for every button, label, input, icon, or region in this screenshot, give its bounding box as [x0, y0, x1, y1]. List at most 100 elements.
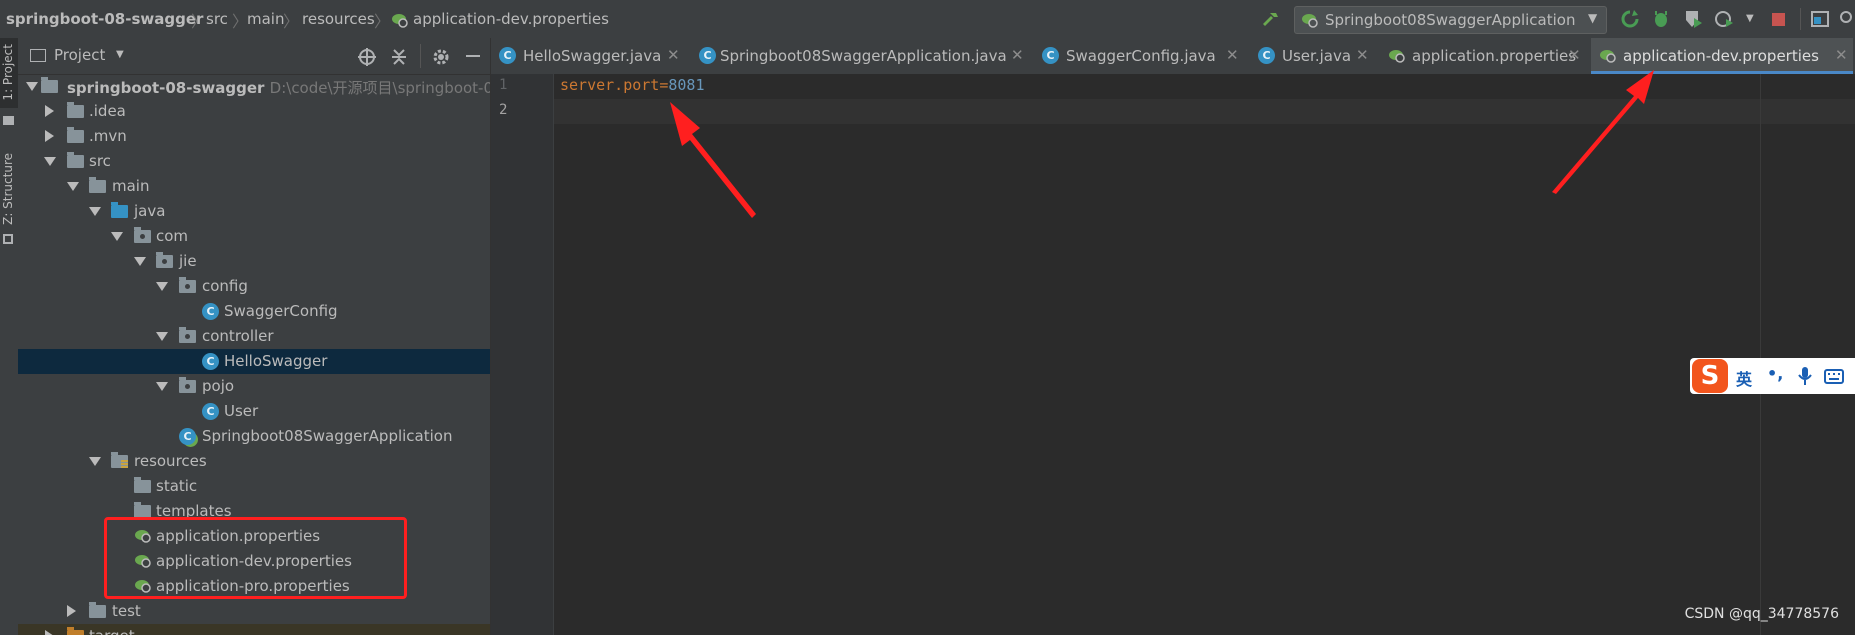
- package-icon: [179, 377, 196, 393]
- folder-icon: [3, 116, 14, 125]
- stop-icon[interactable]: [1772, 13, 1785, 26]
- spring-properties-icon: [1389, 50, 1405, 63]
- expand-arrow-icon[interactable]: [45, 630, 54, 635]
- rerun-icon[interactable]: [1620, 9, 1640, 29]
- project-view-icon: [30, 49, 46, 62]
- tree-item-label: jie: [179, 252, 197, 270]
- expand-arrow-icon[interactable]: [111, 232, 123, 241]
- expand-arrow-icon[interactable]: [26, 82, 38, 91]
- run-configuration-select[interactable]: Springboot08SwaggerApplication ▼: [1294, 6, 1607, 34]
- expand-arrow-icon[interactable]: [134, 257, 146, 266]
- profile-icon[interactable]: [1714, 9, 1734, 29]
- code-line-1[interactable]: server.port=8081: [560, 76, 705, 94]
- breadcrumb-src[interactable]: src: [206, 10, 228, 28]
- tree-item-label: controller: [202, 327, 274, 345]
- ime-toolbar[interactable]: S 英 •,: [1690, 358, 1855, 394]
- annotation-highlight-box: [104, 517, 407, 599]
- tree-item-label: java: [134, 202, 166, 220]
- expand-arrow-icon[interactable]: [45, 105, 54, 117]
- search-everywhere-icon[interactable]: [1838, 9, 1855, 29]
- tree-item-user[interactable]: C User: [18, 399, 490, 424]
- breadcrumb-project[interactable]: springboot-08-swagger: [6, 10, 203, 28]
- build-hammer-icon[interactable]: [1260, 9, 1280, 29]
- tree-item-idea[interactable]: .idea: [18, 99, 490, 124]
- close-icon[interactable]: ✕: [1835, 46, 1848, 64]
- property-key: server.port: [560, 76, 660, 94]
- project-panel-title[interactable]: Project: [54, 46, 105, 64]
- expand-arrow-icon[interactable]: [67, 182, 79, 191]
- tab-label: User.java: [1282, 47, 1352, 65]
- expand-arrow-icon[interactable]: [89, 457, 101, 466]
- project-structure-icon[interactable]: [1810, 9, 1830, 29]
- expand-arrow-icon[interactable]: [44, 157, 56, 166]
- tree-item-label: .idea: [89, 102, 126, 120]
- tree-item-test[interactable]: test: [18, 599, 490, 624]
- expand-arrow-icon[interactable]: [156, 382, 168, 391]
- tree-item-label: resources: [134, 452, 207, 470]
- toolbar-divider: [1800, 8, 1801, 30]
- tree-item-jie[interactable]: jie: [18, 249, 490, 274]
- debug-bug-icon[interactable]: [1651, 9, 1671, 29]
- tree-item-label: target: [89, 627, 135, 635]
- tree-item-helloswagger[interactable]: C HelloSwagger: [18, 349, 490, 374]
- chevron-down-icon: ▼: [1588, 11, 1598, 25]
- expand-arrow-icon[interactable]: [67, 605, 76, 617]
- coverage-shield-icon[interactable]: [1683, 9, 1703, 29]
- ime-language-label[interactable]: 英: [1736, 366, 1752, 390]
- spring-boot-icon: [1302, 14, 1318, 28]
- chevron-down-icon[interactable]: ▼: [1746, 13, 1754, 24]
- right-margin-guide: [1760, 74, 1761, 635]
- expand-arrow-icon[interactable]: [156, 282, 168, 291]
- spring-boot-class-icon: C: [179, 428, 196, 445]
- tab-label: HelloSwagger.java: [523, 47, 662, 65]
- expand-arrow-icon[interactable]: [89, 207, 101, 216]
- structure-stripe-label[interactable]: Z: Structure: [1, 153, 15, 225]
- tree-item-label: test: [112, 602, 141, 620]
- tree-item-static[interactable]: static: [18, 474, 490, 499]
- microphone-icon[interactable]: [1798, 367, 1812, 385]
- tree-item-label: HelloSwagger: [224, 352, 328, 370]
- tree-item-com[interactable]: com: [18, 224, 490, 249]
- tree-item-config[interactable]: config: [18, 274, 490, 299]
- tab-application-class-java[interactable]: C Springboot08SwaggerApplication.java ✕: [691, 38, 1034, 74]
- keyboard-icon[interactable]: [1824, 369, 1844, 384]
- close-icon[interactable]: ✕: [1568, 46, 1581, 64]
- close-icon[interactable]: ✕: [1011, 46, 1024, 64]
- breadcrumb-file[interactable]: application-dev.properties: [413, 10, 609, 28]
- tree-item-resources[interactable]: resources: [18, 449, 490, 474]
- tree-item-src[interactable]: src: [18, 149, 490, 174]
- tab-label: Springboot08SwaggerApplication.java: [720, 47, 1007, 65]
- tree-item-pojo[interactable]: pojo: [18, 374, 490, 399]
- tab-user-java[interactable]: C User.java ✕: [1250, 38, 1380, 74]
- breadcrumb-resources[interactable]: resources: [302, 10, 375, 28]
- breadcrumb-main[interactable]: main: [247, 10, 284, 28]
- chevron-down-icon[interactable]: ▼: [116, 49, 124, 60]
- tree-item-swaggerconfig[interactable]: C SwaggerConfig: [18, 299, 490, 324]
- ime-punctuation-label[interactable]: •,: [1767, 364, 1783, 383]
- tab-label: application.properties: [1412, 47, 1577, 65]
- breadcrumb-separator: 〉: [232, 12, 249, 31]
- tree-item-main[interactable]: main: [18, 174, 490, 199]
- project-root-name: springboot-08-swagger D:\code\开源项目\sprin…: [67, 77, 490, 98]
- navigation-bar: springboot-08-swagger 〉 src 〉 main 〉 res…: [0, 0, 1855, 39]
- tree-item-mvn[interactable]: .mvn: [18, 124, 490, 149]
- tab-helloswagger-java[interactable]: C HelloSwagger.java ✕: [491, 38, 691, 74]
- tree-item-java[interactable]: java: [18, 199, 490, 224]
- gear-icon[interactable]: [431, 47, 451, 67]
- tree-root[interactable]: springboot-08-swagger D:\code\开源项目\sprin…: [18, 74, 490, 99]
- expand-arrow-icon[interactable]: [45, 130, 54, 142]
- locate-target-icon[interactable]: [357, 47, 377, 67]
- expand-arrow-icon[interactable]: [156, 332, 168, 341]
- tree-item-application-class[interactable]: C Springboot08SwaggerApplication: [18, 424, 490, 449]
- tree-item-target[interactable]: target: [18, 624, 490, 635]
- tab-swaggerconfig-java[interactable]: C SwaggerConfig.java ✕: [1034, 38, 1250, 74]
- collapse-all-icon[interactable]: [390, 47, 408, 67]
- project-stripe-label[interactable]: 1: Project: [1, 44, 15, 101]
- tree-item-controller[interactable]: controller: [18, 324, 490, 349]
- module-folder-icon: [41, 77, 58, 93]
- close-icon[interactable]: ✕: [1226, 46, 1239, 64]
- minimize-icon[interactable]: [466, 55, 480, 57]
- java-class-icon: C: [202, 303, 219, 320]
- close-icon[interactable]: ✕: [667, 46, 680, 64]
- close-icon[interactable]: ✕: [1356, 46, 1369, 64]
